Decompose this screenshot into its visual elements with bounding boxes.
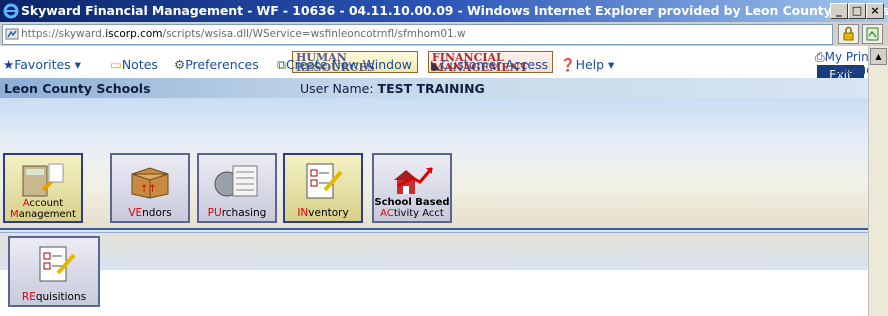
refresh-icon[interactable] bbox=[862, 24, 883, 44]
url-field[interactable]: https://skyward.iscorp.com/scripts/wsisa… bbox=[2, 24, 833, 45]
create-new-window-link[interactable]: ⧉Create New Window bbox=[277, 57, 412, 73]
my-print-queue-link[interactable]: ⎙My Print Queue bbox=[815, 51, 873, 77]
help-menu[interactable]: ❓Help ▾ bbox=[560, 57, 614, 73]
section-divider-light bbox=[0, 232, 868, 233]
vertical-scrollbar[interactable] bbox=[868, 46, 888, 316]
lock-icon[interactable] bbox=[838, 24, 859, 44]
tile-purchasing[interactable]: PUrchasing bbox=[197, 153, 277, 223]
window-title: Skyward Financial Management - WF - 1063… bbox=[21, 3, 888, 18]
window-title-bar[interactable]: Skyward Financial Management - WF - 1063… bbox=[0, 0, 888, 22]
box-icon: ↑↑ bbox=[131, 167, 169, 199]
scroll-up-arrow-icon[interactable]: ▲ bbox=[870, 48, 887, 65]
calculator-icon bbox=[22, 163, 65, 197]
tile-inventory[interactable]: INventory bbox=[283, 153, 363, 223]
section-divider bbox=[0, 228, 868, 230]
url-text: https://skyward.iscorp.com/scripts/wsisa… bbox=[21, 28, 466, 40]
svg-text:↑↑: ↑↑ bbox=[140, 184, 157, 195]
page-icon bbox=[5, 28, 19, 40]
organization-name: Leon County Schools bbox=[4, 81, 151, 96]
user-name-line: User Name: TEST TRAINING bbox=[300, 81, 485, 96]
address-bar: https://skyward.iscorp.com/scripts/wsisa… bbox=[0, 22, 888, 46]
requisition-checklist-icon bbox=[39, 246, 76, 282]
tile-vendors[interactable]: ↑↑ VEndors bbox=[110, 153, 190, 223]
tile-account-management[interactable]: Account Management bbox=[3, 153, 83, 223]
close-button[interactable]: × bbox=[866, 3, 884, 19]
checklist-icon bbox=[306, 163, 343, 199]
notes-link[interactable]: ▭Notes bbox=[110, 57, 158, 72]
tile-school-based-activity-acct[interactable]: School Based ACtivity Acct bbox=[372, 153, 452, 223]
favorites-menu[interactable]: ★Favorites ▾ bbox=[3, 57, 81, 72]
schoolhouse-chart-icon bbox=[394, 167, 434, 194]
customer-access-link[interactable]: ◣Customer Access bbox=[431, 57, 548, 72]
maximize-button[interactable]: □ bbox=[848, 3, 866, 19]
internet-explorer-icon bbox=[3, 3, 19, 19]
tile-requisitions[interactable]: REquisitions bbox=[8, 236, 100, 307]
preferences-link[interactable]: ⚙Preferences bbox=[174, 57, 259, 72]
minimize-button[interactable]: _ bbox=[830, 3, 848, 19]
purchasing-forms-icon bbox=[214, 165, 258, 197]
